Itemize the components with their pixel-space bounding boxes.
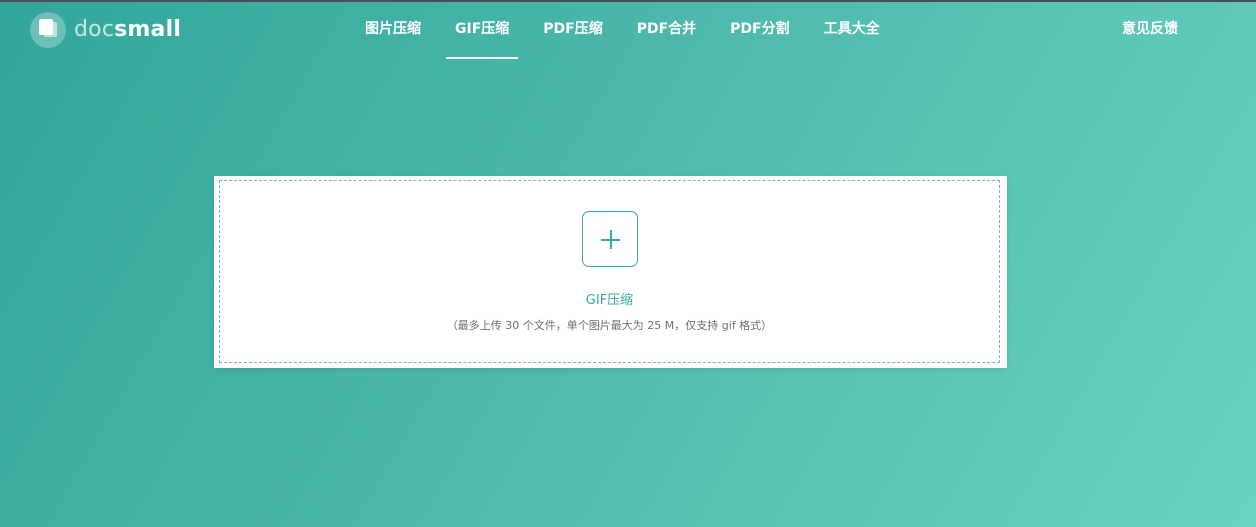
brand-name: docsmall [74,19,181,41]
upload-title: GIF压缩 [585,293,634,308]
logo-mark-icon [30,12,66,48]
plus-icon[interactable] [582,211,638,267]
nav-tools[interactable]: 工具大全 [807,0,897,60]
upload-dropzone[interactable]: GIF压缩 （最多上传 30 个文件，单个图片最大为 25 M，仅支持 gif … [219,180,1000,363]
nav-gif-compress[interactable]: GIF压缩 [438,0,526,60]
brand-name-part2: small [114,17,182,42]
docsmall-logo[interactable]: docsmall [30,12,181,48]
feedback-link[interactable]: 意见反馈 [1122,0,1178,58]
main-nav: 图片压缩 GIF压缩 PDF压缩 PDF合并 PDF分割 工具大全 [348,0,897,60]
upload-card: GIF压缩 （最多上传 30 个文件，单个图片最大为 25 M，仅支持 gif … [214,176,1007,368]
brand-name-part1: doc [74,17,115,42]
upload-hint: （最多上传 30 个文件，单个图片最大为 25 M，仅支持 gif 格式） [446,319,773,332]
nav-pdf-merge[interactable]: PDF合并 [620,0,713,60]
nav-image-compress[interactable]: 图片压缩 [348,0,438,60]
nav-pdf-compress[interactable]: PDF压缩 [526,0,619,60]
nav-pdf-split[interactable]: PDF分割 [713,0,806,60]
